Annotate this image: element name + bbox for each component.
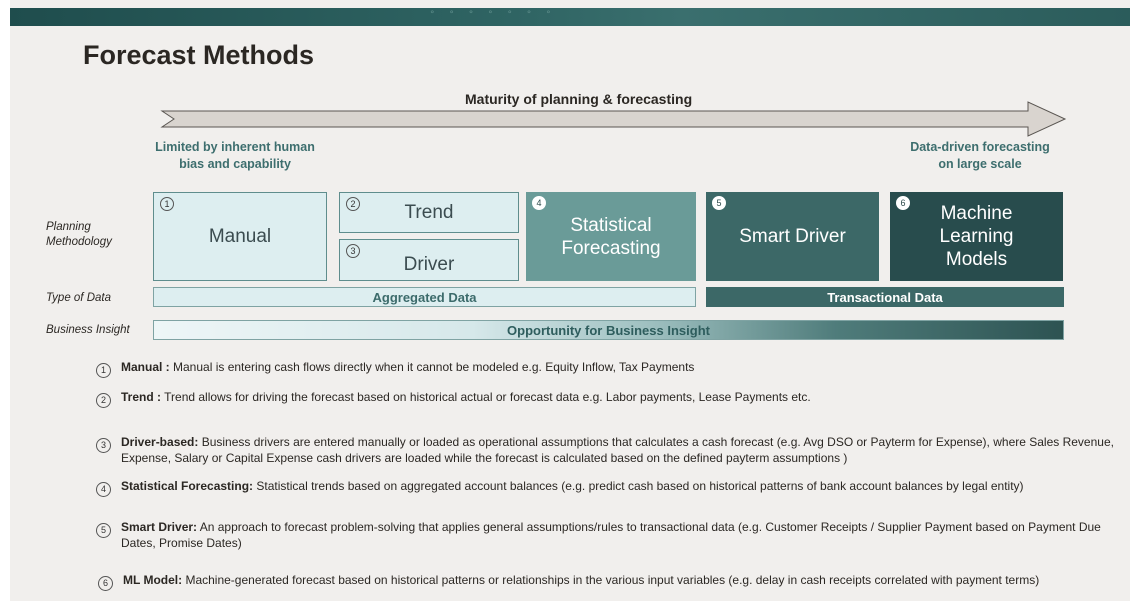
method-label-line: Statistical [570,214,652,236]
method-number-badge: 2 [346,197,360,211]
number-circle-icon: 4 [96,482,111,497]
description-ml-model: 6 ML Model: Machine-generated forecast b… [98,573,1118,591]
method-label-line: Machine [940,203,1013,224]
method-box-statistical: 4 Statistical Forecasting [526,192,696,281]
business-insight-bar: Opportunity for Business Insight [153,320,1064,340]
right-maturity-label: Data-driven forecasting on large scale [910,140,1050,171]
method-label-line: Learning [939,226,1014,247]
number-circle-icon: 6 [98,576,113,591]
number-circle-icon: 1 [96,363,111,378]
description-statistical: 4 Statistical Forecasting: Statistical t… [96,479,1116,497]
number-circle-icon: 2 [96,393,111,408]
method-box-smart-driver: 5 Smart Driver [706,192,879,281]
maturity-arrow-icon [160,101,1067,137]
number-circle-icon: 5 [96,523,111,538]
method-label: Smart Driver [739,226,846,247]
method-number-badge: 1 [160,197,174,211]
row-label-type-of-data: Type of Data [46,292,111,304]
row-label-business-insight: Business Insight [46,324,130,336]
aggregated-data-bar: Aggregated Data [153,287,696,307]
method-label-line: Forecasting [561,237,661,259]
description-trend: 2 Trend : Trend allows for driving the f… [96,390,1116,408]
description-manual: 1 Manual : Manual is entering cash flows… [96,360,1116,378]
slide: ° ° ° ° ° ° ° Forecast Methods Maturity … [10,0,1130,601]
method-label: Manual [208,226,272,247]
method-number-badge: 6 [896,196,910,210]
method-label-line: Models [945,249,1008,270]
method-box-trend: 2 Trend [339,192,519,233]
description-driver: 3 Driver-based: Business drivers are ent… [96,435,1116,466]
description-smart-driver: 5 Smart Driver: An approach to forecast … [96,520,1116,551]
page-title: Forecast Methods [83,40,315,70]
header-banner: ° ° ° ° ° ° ° [10,8,1130,26]
method-box-manual: 1 Manual [153,192,327,281]
number-circle-icon: 3 [96,438,111,453]
method-box-ml: 6 Machine Learning Models [890,192,1063,281]
method-box-driver: 3 Driver [339,239,519,281]
method-number-badge: 4 [532,196,546,210]
method-label: Driver [403,253,455,275]
method-label: Trend [404,202,454,223]
transactional-data-bar: Transactional Data [706,287,1064,307]
left-maturity-label: Limited by inherent human bias and capab… [155,140,315,171]
method-number-badge: 5 [712,196,726,210]
method-number-badge: 3 [346,244,360,258]
row-label-planning: Planning Methodology [46,221,112,248]
banner-pattern: ° ° ° ° ° ° ° [430,10,557,20]
